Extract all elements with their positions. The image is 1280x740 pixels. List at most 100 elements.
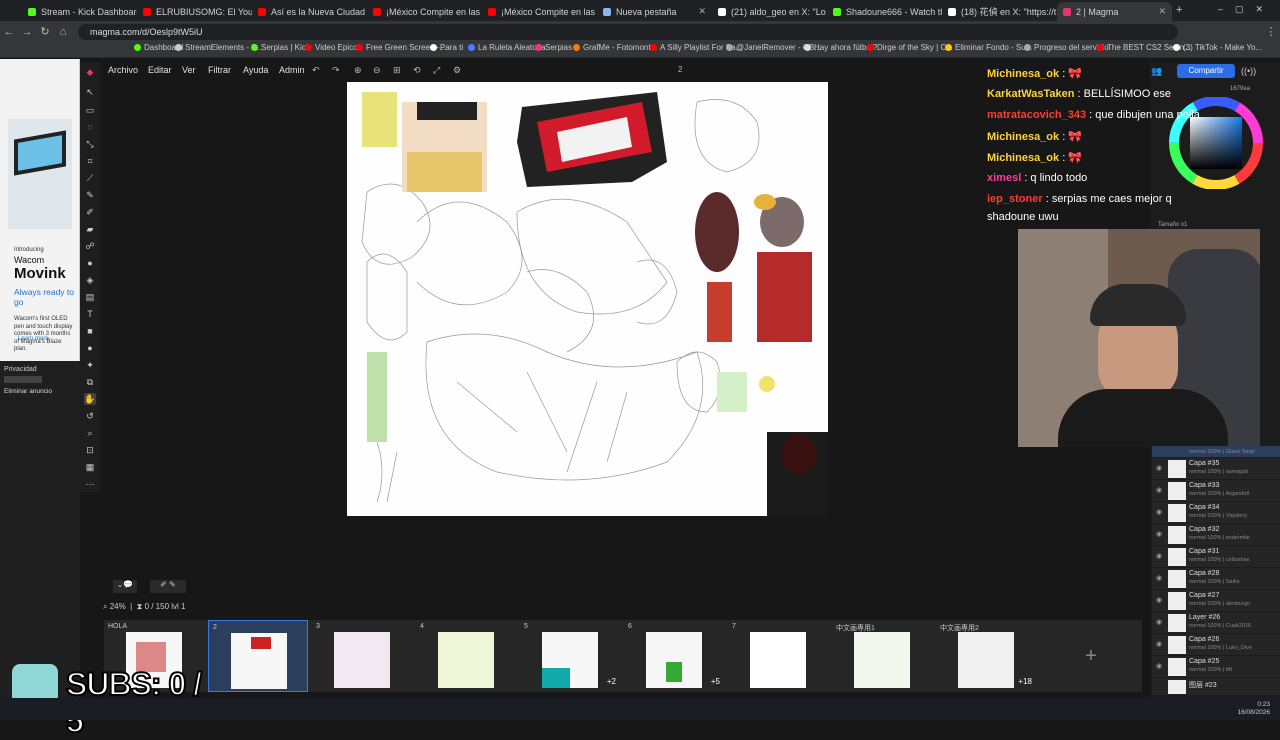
layer-row[interactable]: ◉ Capa #27 normal 100% | alexburgo: [1152, 590, 1280, 612]
hand-tool-icon[interactable]: ✋: [84, 393, 96, 405]
remove-ad-link[interactable]: Eliminar anuncio: [4, 388, 52, 395]
close-tab-icon[interactable]: ✕: [1154, 6, 1166, 17]
layer-row[interactable]: ◉ Layer #26 normal 100% | Cuak2016: [1152, 612, 1280, 634]
pencil-icon[interactable]: ✎: [84, 189, 96, 201]
eye-icon[interactable]: ◉: [1156, 618, 1162, 626]
new-tab-icon[interactable]: +: [1176, 4, 1182, 16]
palette-icon[interactable]: ▦: [84, 461, 96, 473]
back-icon[interactable]: ←: [0, 26, 18, 38]
eyedropper-icon[interactable]: ⟋: [84, 172, 96, 184]
menu-ver[interactable]: Ver: [182, 65, 196, 75]
menu-admin[interactable]: Admin: [279, 65, 305, 75]
brush-icon[interactable]: ✐: [84, 206, 96, 218]
extensions-icon[interactable]: ⋮: [1262, 25, 1280, 38]
browser-tab[interactable]: ¡México Compite en las Escon✕: [482, 2, 597, 21]
fullscreen-icon[interactable]: ⤢: [433, 65, 440, 76]
grid-icon[interactable]: ⊞: [393, 65, 401, 76]
magma-logo-icon[interactable]: ◆: [84, 66, 96, 78]
browser-tab[interactable]: Stream - Kick Dashboard✕: [22, 2, 137, 21]
bookmark[interactable]: Dirge of the Sky | C...: [867, 43, 953, 52]
ellipse-icon[interactable]: ●: [84, 342, 96, 354]
layer-row[interactable]: ◉ Capa #33 normal 100% | Argandoñ: [1152, 480, 1280, 502]
eye-icon[interactable]: ◉: [1156, 596, 1162, 604]
rotate-view-icon[interactable]: ⟲: [413, 65, 421, 76]
undo-icon[interactable]: ↶: [312, 65, 320, 76]
eye-icon[interactable]: ◉: [1156, 464, 1162, 472]
bookmark[interactable]: (3) TikTok - Make Yo...: [1173, 43, 1262, 52]
bookmark[interactable]: Serpias: [535, 43, 572, 52]
close-tab-icon[interactable]: ✕: [694, 6, 706, 17]
menu-filtrar[interactable]: Filtrar: [208, 65, 231, 75]
eye-icon[interactable]: ◉: [1156, 486, 1162, 494]
eye-icon[interactable]: ◉: [1156, 662, 1162, 670]
browser-tab-active[interactable]: 2 | Magma ✕: [1057, 2, 1172, 21]
layer-row[interactable]: ◉ Capa #34 normal 100% | Viquitory: [1152, 502, 1280, 524]
page-thumbnail[interactable]: 6 +5: [624, 620, 724, 692]
reload-icon[interactable]: ↻: [36, 25, 54, 38]
eye-icon[interactable]: ◉: [1156, 640, 1162, 648]
menu-archivo[interactable]: Archivo: [108, 65, 138, 75]
fit-icon[interactable]: ⊡: [84, 444, 96, 456]
url-input[interactable]: magma.com/d/Oeslp9tW5iU: [78, 23, 1178, 40]
more-tools-icon[interactable]: ⋯: [84, 478, 96, 490]
rotate-icon[interactable]: ↺: [84, 410, 96, 422]
layer-icon[interactable]: ⧉: [84, 376, 96, 388]
layer-row[interactable]: ◉ Capa #35 normal 100% | samsgsb: [1152, 458, 1280, 480]
window-controls[interactable]: –▢✕: [1218, 4, 1275, 15]
zoom-tool-icon[interactable]: ⌕: [84, 427, 96, 439]
page-thumbnail[interactable]: 5 +2: [520, 620, 620, 692]
layer-row[interactable]: ◉ Capa #25 normal 100% | tttt: [1152, 656, 1280, 678]
redo-icon[interactable]: ↷: [332, 65, 340, 76]
chat-toggle-icon[interactable]: ⌄💬: [113, 580, 137, 593]
page-thumbnail[interactable]: 3: [312, 620, 412, 692]
bookmark[interactable]: Serpias | Kick: [251, 43, 310, 52]
text-tool-icon[interactable]: T: [84, 308, 96, 320]
blur-icon[interactable]: ●: [84, 257, 96, 269]
page-thumbnail[interactable]: 中文画専用1: [832, 620, 932, 692]
page-thumbnail[interactable]: 4: [416, 620, 516, 692]
bookmark[interactable]: La Ruleta Aleatoria: [468, 43, 546, 52]
layer-row[interactable]: normal 100% | Glaze Serpi: [1152, 446, 1280, 458]
settings-icon[interactable]: ⚙: [453, 65, 461, 76]
bookmark[interactable]: Video Epico: [305, 43, 358, 52]
add-page-button[interactable]: +: [1040, 620, 1142, 692]
ad-learn-more-link[interactable]: Learn more: [18, 336, 49, 342]
browser-tab[interactable]: Shadoune666 - Watch the VO✕: [827, 2, 942, 21]
select-rect-icon[interactable]: ▭: [84, 104, 96, 116]
smudge-icon[interactable]: ☍: [84, 240, 96, 252]
browser-tab[interactable]: Nueva pestaña ✕: [597, 2, 712, 21]
brush-preview-icon[interactable]: ✐ ✎: [150, 580, 186, 593]
home-icon[interactable]: ⌂: [54, 26, 72, 38]
broadcast-icon[interactable]: ((•)): [1241, 66, 1256, 76]
layer-row[interactable]: 图层 #23: [1152, 678, 1280, 696]
menu-ayuda[interactable]: Ayuda: [243, 65, 268, 75]
browser-tab[interactable]: (18) 花偵 en X: "https://t.co✕: [942, 2, 1057, 21]
advertisement[interactable]: Introducing Wacom Movink Always ready to…: [0, 59, 80, 361]
eye-icon[interactable]: ◉: [1156, 552, 1162, 560]
page-thumbnail[interactable]: 7: [728, 620, 828, 692]
bookmark[interactable]: Progreso del servicio: [1024, 43, 1109, 52]
zoom-level[interactable]: 24%: [110, 602, 126, 611]
layer-row[interactable]: ◉ Capa #26 normal 100% | Luko_Dive: [1152, 634, 1280, 656]
browser-tab[interactable]: ELRUBIUSOMG: El YouTuber C✕: [137, 2, 252, 21]
layer-row[interactable]: ◉ Capa #31 normal 100% | ceboshax: [1152, 546, 1280, 568]
zoom-out-icon[interactable]: ⊖: [373, 65, 381, 76]
browser-tab[interactable]: ¡México Compite en las Escon✕: [367, 2, 482, 21]
bookmark[interactable]: Eliminar Fondo - Su...: [945, 43, 1032, 52]
privacy-label[interactable]: Privacidad: [4, 366, 37, 373]
eye-icon[interactable]: ◉: [1156, 508, 1162, 516]
layer-row[interactable]: ◉ Capa #28 normal 100% | Saiko: [1152, 568, 1280, 590]
eye-icon[interactable]: ◉: [1156, 530, 1162, 538]
stamp-icon[interactable]: ✦: [84, 359, 96, 371]
bookmark[interactable]: Para ti: [430, 43, 463, 52]
fill-icon[interactable]: ◈: [84, 274, 96, 286]
gradient-icon[interactable]: ▤: [84, 291, 96, 303]
drawing-canvas[interactable]: [347, 82, 828, 516]
crop-icon[interactable]: ⌗: [84, 155, 96, 167]
menu-editar[interactable]: Editar: [148, 65, 172, 75]
eraser-icon[interactable]: ▰: [84, 223, 96, 235]
shape-icon[interactable]: ■: [84, 325, 96, 337]
transform-icon[interactable]: ⤡: [84, 138, 96, 150]
zoom-in-icon[interactable]: ⊕: [354, 65, 362, 76]
page-thumbnail[interactable]: 中文画専用2 +18: [936, 620, 1036, 692]
